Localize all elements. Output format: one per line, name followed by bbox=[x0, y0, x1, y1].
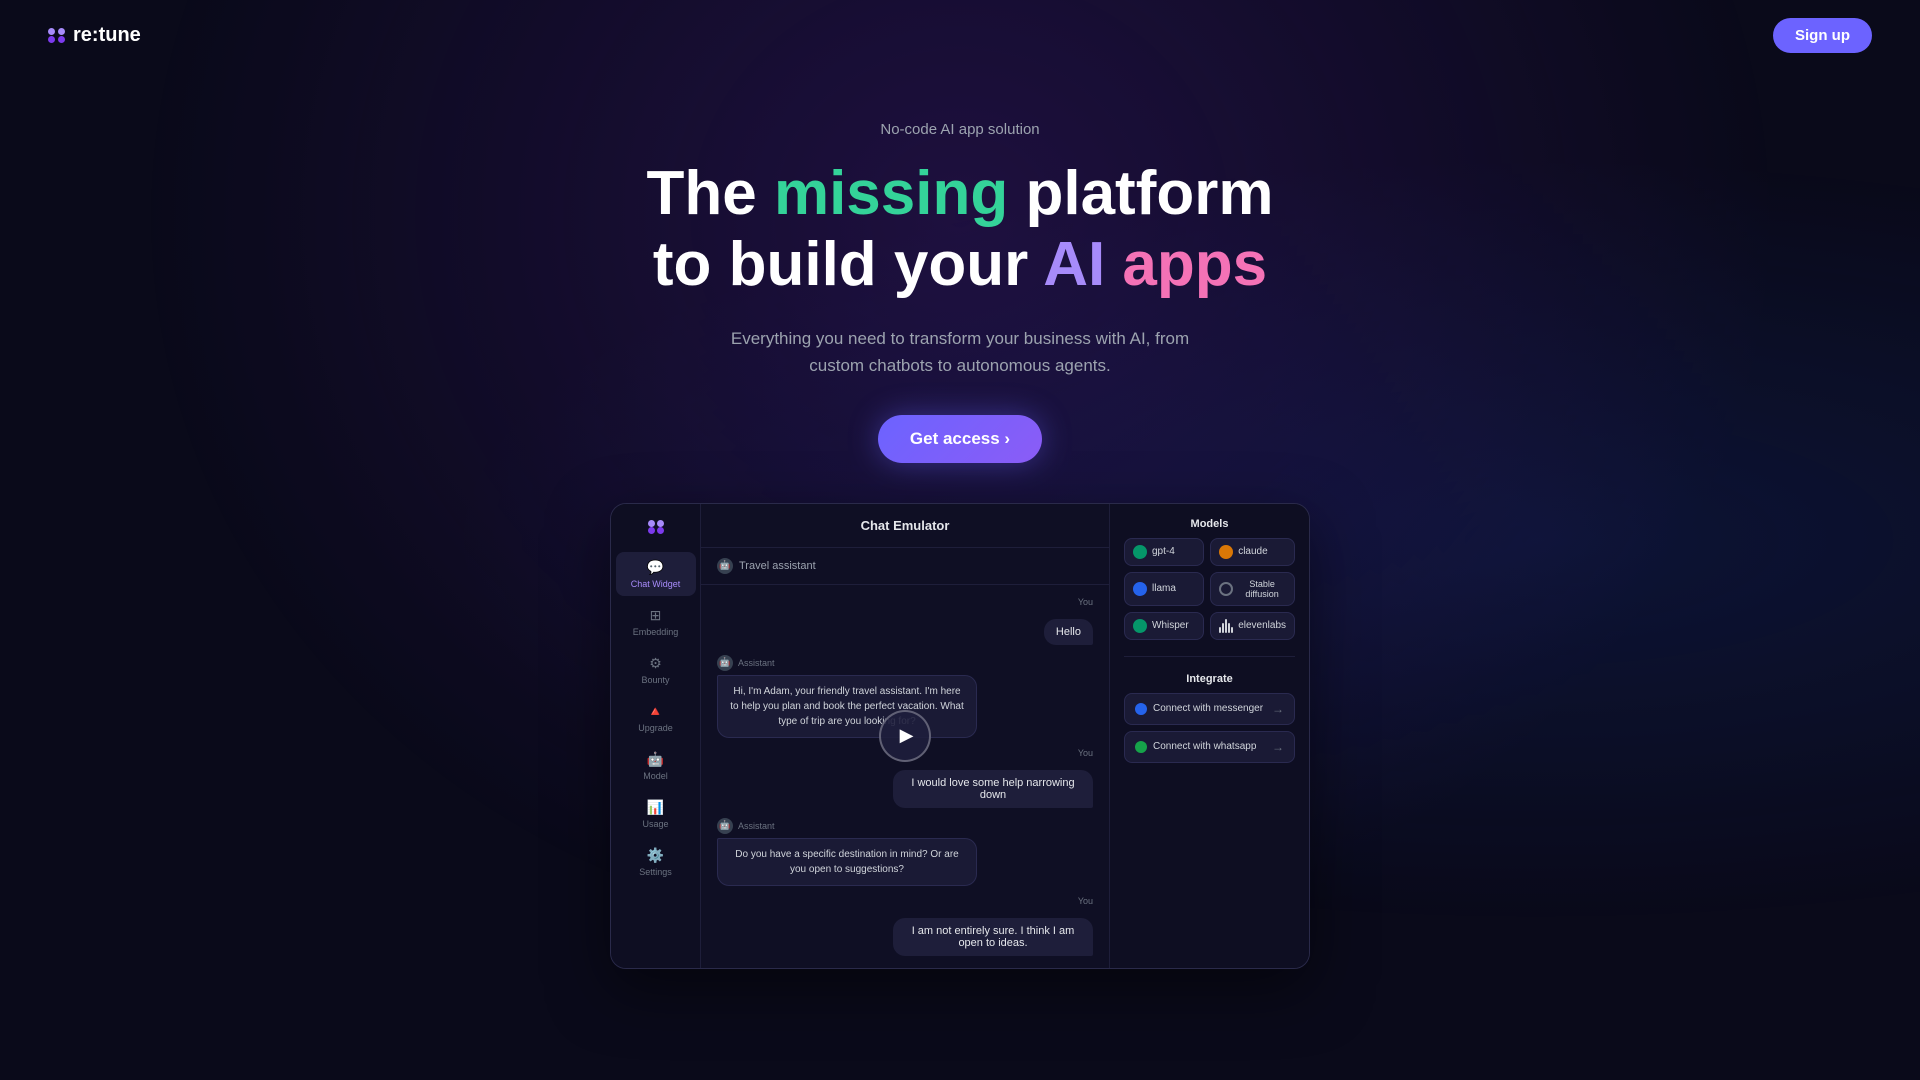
get-access-button[interactable]: Get access › bbox=[878, 415, 1042, 463]
elevenlabs-icon bbox=[1219, 619, 1233, 633]
title-missing: missing bbox=[774, 159, 1008, 228]
models-section: Models gpt-4 claude llama bbox=[1124, 518, 1295, 640]
integrate-whatsapp[interactable]: Connect with whatsapp → bbox=[1124, 731, 1295, 763]
message-you-3: I am not entirely sure. I think I am ope… bbox=[893, 918, 1093, 956]
title-part2: platform bbox=[1008, 159, 1273, 228]
model-whisper-label: Whisper bbox=[1152, 620, 1189, 631]
model-claude[interactable]: claude bbox=[1210, 538, 1295, 566]
header: re:tune Sign up bbox=[0, 0, 1920, 71]
message-you-2: I would love some help narrowing down bbox=[893, 770, 1093, 808]
messenger-arrow-icon: → bbox=[1272, 702, 1284, 716]
bounty-icon: ⚙ bbox=[649, 655, 662, 672]
hero-badge: No-code AI app solution bbox=[20, 121, 1900, 138]
right-panel: Models gpt-4 claude llama bbox=[1109, 504, 1309, 968]
message-assistant-2-wrap: 🤖 Assistant Do you have a specific desti… bbox=[717, 818, 1093, 886]
model-llama[interactable]: llama bbox=[1124, 572, 1204, 606]
model-stable-diffusion-label: Stable diffusion bbox=[1238, 579, 1286, 599]
message-you-1: Hello bbox=[1044, 619, 1093, 645]
model-llama-label: llama bbox=[1152, 583, 1176, 594]
logo-icon bbox=[48, 28, 65, 43]
sidebar-item-usage[interactable]: 📊 Usage bbox=[616, 792, 696, 836]
claude-dot bbox=[1219, 545, 1233, 559]
models-title: Models bbox=[1124, 518, 1295, 530]
play-icon: ▶ bbox=[900, 725, 914, 746]
message-assistant-1: Hi, I'm Adam, your friendly travel assis… bbox=[717, 675, 977, 738]
play-button[interactable]: ▶ bbox=[879, 710, 931, 762]
upgrade-icon: 🔺 bbox=[647, 703, 664, 720]
sidebar-label-bounty: Bounty bbox=[641, 675, 669, 685]
model-claude-label: claude bbox=[1238, 546, 1267, 557]
logo: re:tune bbox=[48, 24, 141, 47]
title-part3: to build your bbox=[653, 230, 1043, 299]
you-label-1: You bbox=[1078, 597, 1093, 607]
title-part1: The bbox=[647, 159, 774, 228]
title-apps: apps bbox=[1122, 230, 1267, 299]
assistant-label-2: 🤖 Assistant bbox=[717, 818, 1093, 834]
model-elevenlabs[interactable]: elevenlabs bbox=[1210, 612, 1295, 640]
sidebar-item-embedding[interactable]: ⊞ Embedding bbox=[616, 600, 696, 644]
sidebar-logo bbox=[648, 520, 664, 534]
dashboard-preview: 💬 Chat Widget ⊞ Embedding ⚙ Bounty 🔺 Upg… bbox=[610, 503, 1310, 969]
integrate-messenger[interactable]: Connect with messenger → bbox=[1124, 693, 1295, 725]
chat-widget-icon: 💬 bbox=[647, 559, 664, 576]
sidebar-item-model[interactable]: 🤖 Model bbox=[616, 744, 696, 788]
model-stable-diffusion[interactable]: Stable diffusion bbox=[1210, 572, 1295, 606]
logo-text: re:tune bbox=[73, 24, 141, 47]
model-gpt4[interactable]: gpt-4 bbox=[1124, 538, 1204, 566]
panel-divider bbox=[1124, 656, 1295, 657]
whatsapp-dot bbox=[1135, 741, 1147, 753]
sidebar-label-embedding: Embedding bbox=[633, 627, 679, 637]
sidebar-label-model: Model bbox=[643, 771, 668, 781]
gpt4-dot bbox=[1133, 545, 1147, 559]
model-icon: 🤖 bbox=[647, 751, 664, 768]
message-assistant-2: Do you have a specific destination in mi… bbox=[717, 838, 977, 886]
signup-button[interactable]: Sign up bbox=[1773, 18, 1872, 53]
sidebar-label-usage: Usage bbox=[642, 819, 668, 829]
sidebar-item-bounty[interactable]: ⚙ Bounty bbox=[616, 648, 696, 692]
settings-icon: ⚙️ bbox=[647, 847, 664, 864]
you-label-3: You bbox=[1078, 896, 1093, 906]
model-whisper[interactable]: Whisper bbox=[1124, 612, 1204, 640]
assistant-icon-2: 🤖 bbox=[717, 818, 733, 834]
integrate-title: Integrate bbox=[1124, 673, 1295, 685]
hero-title: The missing platform to build your AI ap… bbox=[20, 158, 1900, 301]
hero-section: No-code AI app solution The missing plat… bbox=[0, 71, 1920, 999]
hero-subtitle: Everything you need to transform your bu… bbox=[710, 325, 1210, 379]
assistant-label-1: 🤖 Assistant bbox=[717, 655, 1093, 671]
sidebar-item-chat-widget[interactable]: 💬 Chat Widget bbox=[616, 552, 696, 596]
sidebar: 💬 Chat Widget ⊞ Embedding ⚙ Bounty 🔺 Upg… bbox=[611, 504, 701, 968]
usage-icon: 📊 bbox=[647, 799, 664, 816]
sidebar-label-settings: Settings bbox=[639, 867, 672, 877]
whatsapp-label: Connect with whatsapp bbox=[1153, 741, 1256, 752]
messenger-label: Connect with messenger bbox=[1153, 703, 1263, 714]
bot-icon: 🤖 bbox=[717, 558, 733, 574]
messenger-item-left: Connect with messenger bbox=[1135, 703, 1263, 715]
chat-subheader-label: Travel assistant bbox=[739, 560, 816, 572]
sidebar-item-settings[interactable]: ⚙️ Settings bbox=[616, 840, 696, 884]
assistant-icon-1: 🤖 bbox=[717, 655, 733, 671]
sidebar-item-upgrade[interactable]: 🔺 Upgrade bbox=[616, 696, 696, 740]
llama-dot bbox=[1133, 582, 1147, 596]
chat-main: Chat Emulator 🤖 Travel assistant You Hel… bbox=[701, 504, 1109, 968]
whatsapp-item-left: Connect with whatsapp bbox=[1135, 741, 1256, 753]
title-ai: AI bbox=[1043, 230, 1105, 299]
you-label-2: You bbox=[1078, 748, 1093, 758]
sidebar-label-upgrade: Upgrade bbox=[638, 723, 673, 733]
sidebar-label-chat-widget: Chat Widget bbox=[631, 579, 681, 589]
chat-header: Chat Emulator bbox=[701, 504, 1109, 548]
integrate-items: Connect with messenger → Connect with wh… bbox=[1124, 693, 1295, 763]
chat-messages: You Hello 🤖 Assistant Hi, I'm Adam, your… bbox=[701, 585, 1109, 968]
models-grid: gpt-4 claude llama Stable diffusion bbox=[1124, 538, 1295, 640]
whisper-dot bbox=[1133, 619, 1147, 633]
chat-subheader: 🤖 Travel assistant bbox=[701, 548, 1109, 585]
model-elevenlabs-label: elevenlabs bbox=[1238, 620, 1286, 631]
messenger-dot bbox=[1135, 703, 1147, 715]
stable-diffusion-dot bbox=[1219, 582, 1233, 596]
integrate-section: Integrate Connect with messenger → bbox=[1124, 673, 1295, 763]
whatsapp-arrow-icon: → bbox=[1272, 740, 1284, 754]
embedding-icon: ⊞ bbox=[650, 607, 662, 624]
model-gpt4-label: gpt-4 bbox=[1152, 546, 1175, 557]
